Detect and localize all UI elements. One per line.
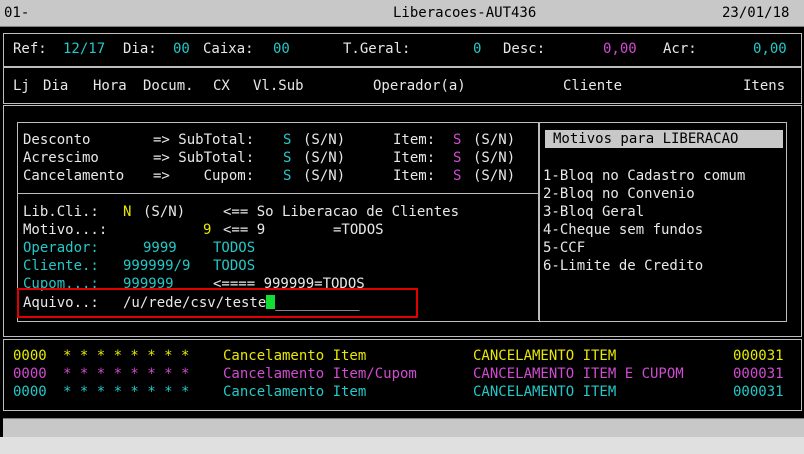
acr-value: 0,00	[753, 41, 787, 57]
col-hora: Hora	[93, 78, 127, 94]
option-acrescimo-label: Acrescimo	[23, 150, 99, 166]
motivo-item: 3-Bloq Geral	[543, 204, 645, 220]
option-acrescimo-arrow: => SubTotal:	[153, 150, 255, 166]
col-lj: Lj	[13, 78, 30, 94]
libcli-hint: (S/N)	[143, 204, 186, 220]
option-cancelamento-cupom-field[interactable]: S	[283, 167, 291, 185]
program-title: Liberacoes-AUT436	[393, 5, 537, 21]
cliente-field[interactable]: 999999/9	[123, 257, 190, 275]
motivo-label: Motivo...:	[23, 222, 108, 238]
acr-label: Acr:	[663, 41, 697, 57]
arquivo-input-field[interactable]: /u/rede/csv/teste __________	[123, 294, 360, 312]
option-cancelamento-item-label: Item:	[393, 168, 436, 184]
option-acrescimo-item-field[interactable]: S	[453, 149, 461, 167]
col-operador: Operador(a)	[373, 78, 466, 94]
option-desconto-item-label: Item:	[393, 132, 436, 148]
motivo-item: 4-Cheque sem fundos	[543, 222, 704, 238]
desc-label: Desc:	[503, 41, 546, 57]
tgeral-value: 0	[473, 41, 482, 57]
motivo-item: 2-Bloq no Convenio	[543, 186, 695, 202]
option-desconto-item-hint: (S/N)	[473, 132, 516, 148]
option-acrescimo-item-hint: (S/N)	[473, 150, 516, 166]
option-desconto-subtotal-hint: (S/N)	[303, 132, 346, 148]
cliente-label: Cliente.:	[23, 258, 99, 274]
ref-label: Ref:	[13, 41, 47, 57]
operador-field[interactable]: 9999	[143, 239, 177, 257]
col-docum: Docum.	[143, 78, 194, 94]
text-cursor-icon	[266, 295, 276, 309]
tgeral-label: T.Geral:	[343, 41, 411, 57]
motivo-item: 6-Limite de Credito	[543, 258, 704, 274]
motivos-title: Motivos para LIBERACAO	[545, 130, 783, 148]
caixa-value: 00	[273, 41, 290, 57]
col-cx: CX	[213, 78, 230, 94]
bottom-bar	[0, 437, 804, 454]
session-id: 01-	[4, 5, 30, 21]
option-cancelamento-item-hint: (S/N)	[473, 168, 516, 184]
options-divider	[17, 193, 538, 194]
operador-label: Operador:	[23, 240, 99, 256]
col-vlsub: Vl.Sub	[253, 78, 304, 94]
operador-note: TODOS	[213, 240, 256, 256]
status-bar	[3, 418, 804, 437]
option-acrescimo-subtotal-hint: (S/N)	[303, 150, 346, 166]
log-box	[3, 339, 802, 411]
motivo-field[interactable]: 9	[203, 221, 211, 239]
col-cliente: Cliente	[563, 78, 623, 94]
motivo-item: 1-Bloq no Cadastro comum	[543, 168, 746, 184]
option-desconto-label: Desconto	[23, 132, 91, 148]
option-cancelamento-arrow: => Cupom:	[153, 168, 255, 184]
arquivo-input-underline: __________	[275, 295, 360, 311]
arquivo-value: /u/rede/csv/teste	[123, 295, 267, 311]
title-bar: 01- Liberacoes-AUT436 23/01/18	[0, 0, 804, 27]
option-cancelamento-label: Cancelamento	[23, 168, 125, 184]
ref-value: 12/17	[63, 41, 106, 57]
libcli-label: Lib.Cli.:	[23, 204, 99, 220]
libcli-field[interactable]: N	[123, 203, 131, 221]
option-cancelamento-item-field[interactable]: S	[453, 167, 461, 185]
option-acrescimo-item-label: Item:	[393, 150, 436, 166]
desc-value: 0,00	[603, 41, 637, 57]
motivo-note: <== 9	[223, 222, 266, 238]
motivo-item: 5-CCF	[543, 240, 586, 256]
motivo-note-todos: =TODOS	[333, 222, 384, 238]
dia-label: Dia:	[123, 41, 157, 57]
arquivo-label: Aquivo..:	[23, 295, 99, 311]
option-desconto-arrow: => SubTotal:	[153, 132, 255, 148]
option-desconto-item-field[interactable]: S	[453, 131, 461, 149]
libcli-note: <== So Liberacao de Clientes	[223, 204, 460, 220]
date-display: 23/01/18	[722, 5, 790, 21]
cliente-note: TODOS	[213, 258, 256, 274]
option-cancelamento-cupom-hint: (S/N)	[303, 168, 346, 184]
option-desconto-subtotal-field[interactable]: S	[283, 131, 291, 149]
caixa-label: Caixa:	[203, 41, 254, 57]
col-dia: Dia	[43, 78, 69, 94]
dia-value: 00	[173, 41, 190, 57]
col-itens: Itens	[743, 78, 786, 94]
option-acrescimo-subtotal-field[interactable]: S	[283, 149, 291, 167]
